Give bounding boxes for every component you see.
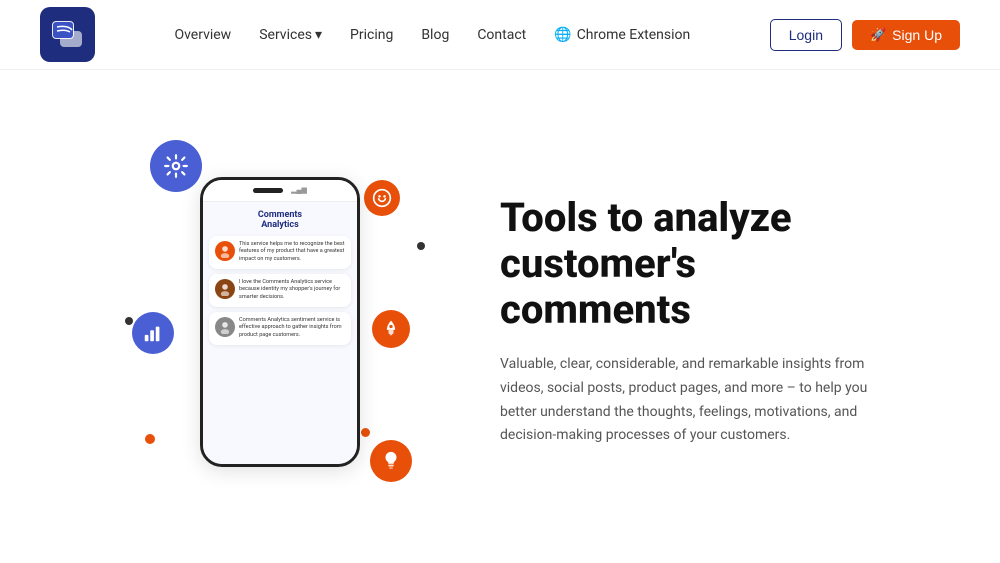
logo-icon (40, 7, 95, 62)
comment-card-2: I love the Comments Analytics service be… (209, 274, 351, 307)
phone-frame: ▂▄▆ Comments Analytics This service help… (200, 177, 360, 467)
logo-svg (50, 17, 86, 53)
globe-icon: 🌐 (554, 27, 571, 43)
signal-icon: ▂▄▆ (291, 186, 307, 194)
nav-services[interactable]: Services ▾ (259, 27, 322, 43)
logo[interactable] (40, 7, 95, 62)
dot-dark-1 (417, 242, 425, 250)
hero-section: ▂▄▆ Comments Analytics This service help… (0, 70, 1000, 563)
app-name-line1: Comments (209, 210, 351, 220)
phone-content: Comments Analytics This service helps me… (203, 202, 357, 464)
comment-text-1: This service helps me to recognize the b… (239, 241, 345, 264)
login-button[interactable]: Login (770, 19, 842, 51)
smiley-icon (364, 180, 400, 216)
phone-app-name: Comments Analytics (209, 210, 351, 230)
rocket-float-icon (372, 310, 410, 348)
nav-actions: Login 🚀 Sign Up (770, 19, 960, 51)
lightbulb-icon (370, 440, 412, 482)
comment-text-3: Comments Analytics sentiment service is … (239, 317, 345, 340)
rocket-icon: 🚀 (870, 27, 886, 43)
hero-title: Tools to analyze customer's comments (500, 195, 880, 333)
nav-pricing[interactable]: Pricing (350, 27, 393, 43)
app-name-line2: Analytics (209, 220, 351, 230)
phone-notch (253, 188, 283, 193)
gear-icon (150, 140, 202, 192)
hero-subtitle: Valuable, clear, considerable, and remar… (500, 353, 880, 448)
avatar-1 (215, 241, 235, 261)
avatar-3 (215, 317, 235, 337)
comment-card-3: Comments Analytics sentiment service is … (209, 312, 351, 345)
dot-orange-1 (145, 434, 155, 444)
nav-links: Overview Services ▾ Pricing Blog Contact… (174, 27, 690, 43)
comment-text-2: I love the Comments Analytics service be… (239, 279, 345, 302)
nav-overview[interactable]: Overview (174, 27, 231, 43)
avatar-2 (215, 279, 235, 299)
nav-contact[interactable]: Contact (477, 27, 526, 43)
hero-text: Tools to analyze customer's comments Val… (500, 195, 880, 448)
chevron-down-icon: ▾ (315, 27, 322, 43)
phone-illustration: ▂▄▆ Comments Analytics This service help… (120, 132, 440, 512)
phone-top-bar: ▂▄▆ (203, 180, 357, 202)
comment-card-1: This service helps me to recognize the b… (209, 236, 351, 269)
navbar: Overview Services ▾ Pricing Blog Contact… (0, 0, 1000, 70)
signup-button[interactable]: 🚀 Sign Up (852, 20, 960, 50)
dot-dark-2 (125, 317, 133, 325)
dot-orange-2 (361, 428, 370, 437)
nav-blog[interactable]: Blog (421, 27, 449, 43)
nav-chrome-extension[interactable]: 🌐 Chrome Extension (554, 27, 690, 43)
chart-icon (132, 312, 174, 354)
